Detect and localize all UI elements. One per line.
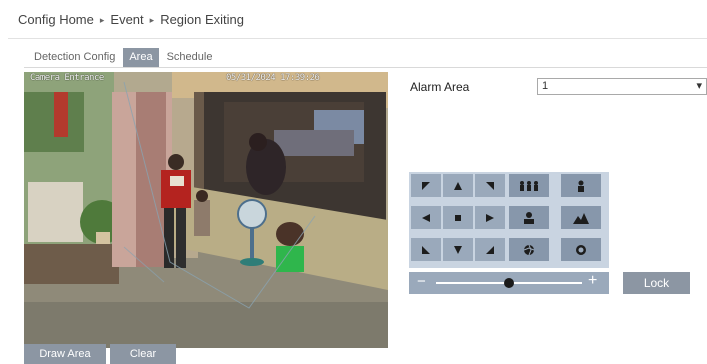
breadcrumb-event[interactable]: Event xyxy=(110,12,143,27)
up-left-arrow-icon[interactable] xyxy=(411,174,441,197)
ptz-control-panel xyxy=(409,172,609,268)
camera-view[interactable]: Camera Entrance 05/31/2024 17:39:26 xyxy=(24,72,388,348)
right-arrow-icon[interactable] xyxy=(475,206,505,229)
breadcrumb: Config Home ▸ Event ▸ Region Exiting xyxy=(18,12,244,27)
breadcrumb-separator-icon: ▸ xyxy=(149,15,155,25)
header-divider xyxy=(8,38,707,39)
breadcrumb-current: Region Exiting xyxy=(160,12,245,27)
tab-area[interactable]: Area xyxy=(123,48,159,67)
tab-detection-config[interactable]: Detection Config xyxy=(28,48,121,67)
minus-icon[interactable]: − xyxy=(417,273,426,290)
breadcrumb-home[interactable]: Config Home xyxy=(18,12,94,27)
alarm-area-label: Alarm Area xyxy=(410,80,470,94)
focus-far-icon[interactable] xyxy=(561,206,601,229)
up-right-arrow-icon[interactable] xyxy=(475,174,505,197)
tab-divider xyxy=(24,67,707,68)
breadcrumb-separator-icon: ▸ xyxy=(99,15,105,25)
clear-button[interactable]: Clear xyxy=(110,344,176,364)
iris-close-icon[interactable] xyxy=(509,238,549,261)
draw-area-button[interactable]: Draw Area xyxy=(24,344,106,364)
zoom-out-people-icon[interactable] xyxy=(509,174,549,197)
iris-open-icon[interactable] xyxy=(561,238,601,261)
focus-near-icon[interactable] xyxy=(509,206,549,229)
osd-channel-name: Camera Entrance xyxy=(30,73,104,83)
down-right-arrow-icon[interactable] xyxy=(475,238,505,261)
alarm-area-select[interactable]: 1 ▾ xyxy=(537,78,707,95)
ptz-speed-slider[interactable]: − + xyxy=(409,272,609,294)
up-arrow-icon[interactable] xyxy=(443,174,473,197)
plus-icon[interactable]: + xyxy=(588,272,597,290)
slider-handle[interactable] xyxy=(504,278,514,288)
osd-datetime: 05/31/2024 17:39:26 xyxy=(226,73,320,83)
stop-icon[interactable] xyxy=(443,206,473,229)
tab-schedule[interactable]: Schedule xyxy=(161,48,219,67)
camera-scene xyxy=(24,72,388,348)
chevron-down-icon: ▾ xyxy=(696,80,702,92)
alarm-area-value: 1 xyxy=(542,80,549,92)
tab-bar: Detection Config Area Schedule xyxy=(28,47,220,67)
left-arrow-icon[interactable] xyxy=(411,206,441,229)
down-arrow-icon[interactable] xyxy=(443,238,473,261)
zoom-in-person-icon[interactable] xyxy=(561,174,601,197)
down-left-arrow-icon[interactable] xyxy=(411,238,441,261)
lock-button[interactable]: Lock xyxy=(623,272,690,294)
